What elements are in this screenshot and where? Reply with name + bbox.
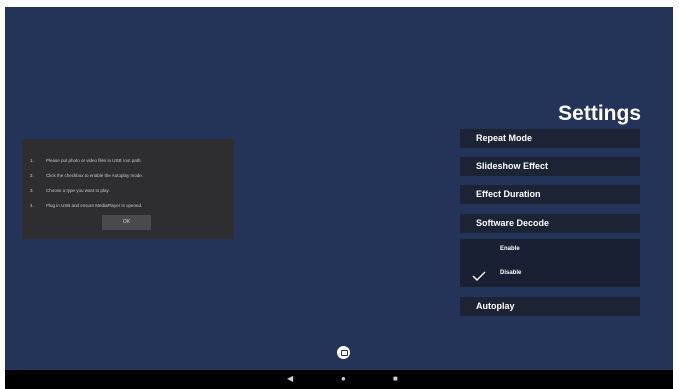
menu-item-effect-duration[interactable]: Effect Duration [460,185,640,204]
instruction-text: Please put photo or video files in USB r… [46,158,142,163]
menu-item-slideshow-effect[interactable]: Slideshow Effect [460,157,640,176]
navigation-bar: ◀ ● ■ [5,370,673,389]
option-enable[interactable]: Enable [500,246,520,252]
instruction-number: 4. [30,203,34,208]
menu-item-repeat-mode[interactable]: Repeat Mode [460,129,640,148]
instruction-dialog: 1. Please put photo or video files in US… [22,139,234,239]
home-icon[interactable]: ● [341,374,346,384]
check-icon [472,268,486,286]
back-icon[interactable]: ◀ [287,374,293,384]
instruction-text: Plug in USB and ensure MediaPlayer is op… [46,203,143,208]
instruction-number: 3. [30,188,34,193]
option-disable[interactable]: Disable [500,270,521,276]
recents-icon[interactable]: ■ [393,374,398,384]
instruction-number: 1. [30,158,34,163]
menu-item-software-decode[interactable]: Software Decode [460,214,640,233]
instruction-text: Click the checkbox to enable the Autopla… [46,173,144,178]
page-title: Settings [558,102,641,125]
home-fab-icon[interactable] [337,346,350,359]
instruction-text: Choose a type you want to play. [46,188,110,193]
instruction-number: 2. [30,173,34,178]
software-decode-options: Enable Disable [460,239,640,287]
ok-button[interactable]: OK [102,215,151,230]
screen: 1. Please put photo or video files in US… [5,7,673,370]
menu-item-autoplay[interactable]: Autoplay [460,297,640,316]
